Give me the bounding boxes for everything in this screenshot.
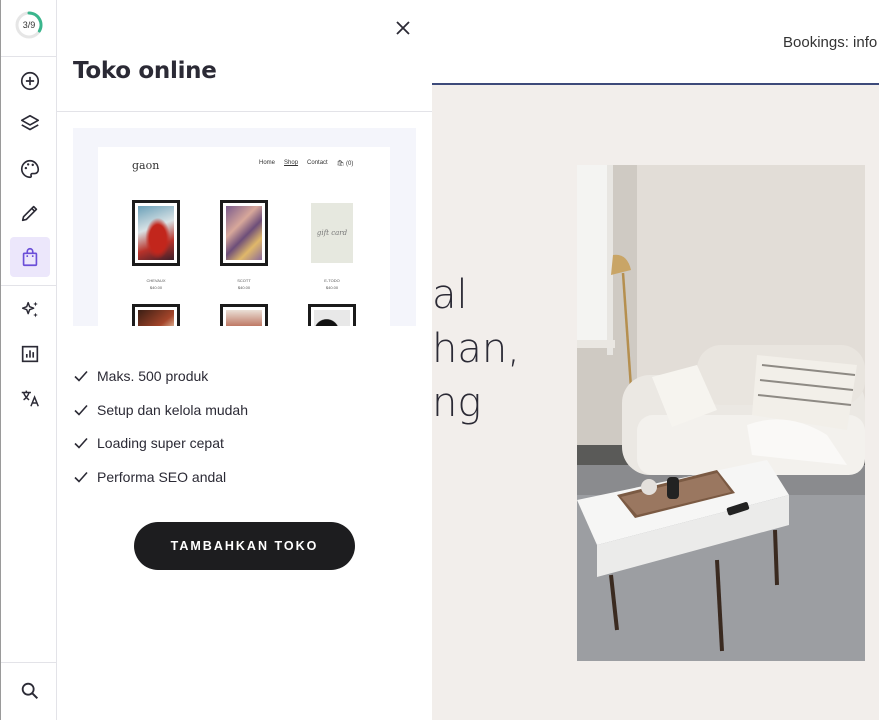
product-name: E-TODO xyxy=(324,278,340,283)
hero-heading[interactable]: al han, ng xyxy=(432,268,520,430)
search-button[interactable] xyxy=(10,671,50,711)
store-preview-page: gaon Home Shop Contact 🛍 (0) gift card C… xyxy=(98,147,390,326)
product-artwork xyxy=(226,206,262,260)
search-icon xyxy=(21,682,39,700)
panel-title: Toko online xyxy=(73,58,217,84)
feature-label: Loading super cepat xyxy=(97,435,224,451)
setup-progress-ring[interactable]: 3/9 xyxy=(14,10,44,40)
product-frame xyxy=(132,200,180,266)
feature-label: Maks. 500 produk xyxy=(97,368,209,384)
palette-icon xyxy=(21,159,40,179)
site-header: Bookings: info xyxy=(432,0,879,85)
close-icon xyxy=(396,21,410,35)
analytics-icon xyxy=(21,345,39,363)
product-caption: CHEVAUX $40.00 xyxy=(132,277,180,291)
checkmark-icon xyxy=(74,370,88,382)
ai-tools-button[interactable] xyxy=(10,290,50,330)
hero-line: al xyxy=(432,272,468,318)
store-preview-image: gaon Home Shop Contact 🛍 (0) gift card C… xyxy=(73,128,416,326)
preview-nav-item: Home xyxy=(259,160,276,166)
edit-button[interactable] xyxy=(10,193,50,233)
analytics-button[interactable] xyxy=(10,334,50,374)
product-caption: E-TODO $40.00 xyxy=(308,277,356,291)
online-store-button[interactable] xyxy=(10,237,50,277)
preview-nav-item: Contact xyxy=(307,160,328,166)
product-frame xyxy=(308,304,356,326)
checkmark-icon xyxy=(74,471,88,483)
preview-logo: gaon xyxy=(132,159,160,172)
side-rail: 3/9 xyxy=(0,0,57,720)
product-artwork xyxy=(314,310,350,326)
rail-divider xyxy=(1,662,57,663)
online-store-panel: Toko online gaon Home Shop Contact 🛍 (0)… xyxy=(57,0,432,720)
add-store-button[interactable]: TAMBAHKAN TOKO xyxy=(134,522,355,570)
hero-line: ng xyxy=(432,380,482,426)
close-panel-button[interactable] xyxy=(391,16,415,40)
product-frame xyxy=(220,304,268,326)
feature-item: Setup dan kelola mudah xyxy=(73,400,373,420)
checkmark-icon xyxy=(74,404,88,416)
product-artwork xyxy=(138,310,174,326)
sparkles-icon xyxy=(21,301,38,318)
shopping-bag-icon xyxy=(22,247,38,267)
product-name: SCOTT xyxy=(237,278,251,283)
preview-nav: Home Shop Contact 🛍 (0) xyxy=(259,160,353,167)
product-price: $40.00 xyxy=(325,285,339,290)
feature-label: Performa SEO andal xyxy=(97,469,227,485)
layers-button[interactable] xyxy=(10,104,50,144)
feature-label: Setup dan kelola mudah xyxy=(97,402,248,418)
feature-item: Loading super cepat xyxy=(73,433,373,453)
translate-button[interactable] xyxy=(10,378,50,418)
product-name: CHEVAUX xyxy=(146,278,166,283)
product-price: $40.00 xyxy=(237,285,251,290)
product-artwork xyxy=(138,206,174,260)
rail-divider xyxy=(1,56,57,57)
product-artwork xyxy=(226,310,262,326)
panel-divider xyxy=(57,111,432,112)
checkmark-icon xyxy=(74,437,88,449)
feature-item: Performa SEO andal xyxy=(73,467,373,487)
hero-line: han, xyxy=(432,326,520,372)
progress-label: 3/9 xyxy=(22,20,36,30)
design-button[interactable] xyxy=(10,149,50,189)
rail-divider xyxy=(1,285,57,286)
add-icon xyxy=(20,71,40,91)
bookings-contact[interactable]: Bookings: info xyxy=(783,34,877,51)
product-price: $40.00 xyxy=(149,285,163,290)
hero-photo[interactable] xyxy=(577,165,865,661)
product-frame xyxy=(132,304,180,326)
translate-icon xyxy=(21,390,39,407)
preview-nav-item: 🛍 (0) xyxy=(336,161,354,167)
product-frame xyxy=(220,200,268,266)
preview-nav-item: Shop xyxy=(284,160,299,166)
add-section-button[interactable] xyxy=(10,61,50,101)
pencil-icon xyxy=(21,205,38,222)
layers-icon xyxy=(20,114,40,131)
product-frame: gift card xyxy=(308,200,356,266)
gift-card-artwork: gift card xyxy=(311,203,353,263)
living-room-photo xyxy=(577,165,865,661)
feature-item: Maks. 500 produk xyxy=(73,366,373,386)
product-caption: SCOTT $40.00 xyxy=(220,277,268,291)
